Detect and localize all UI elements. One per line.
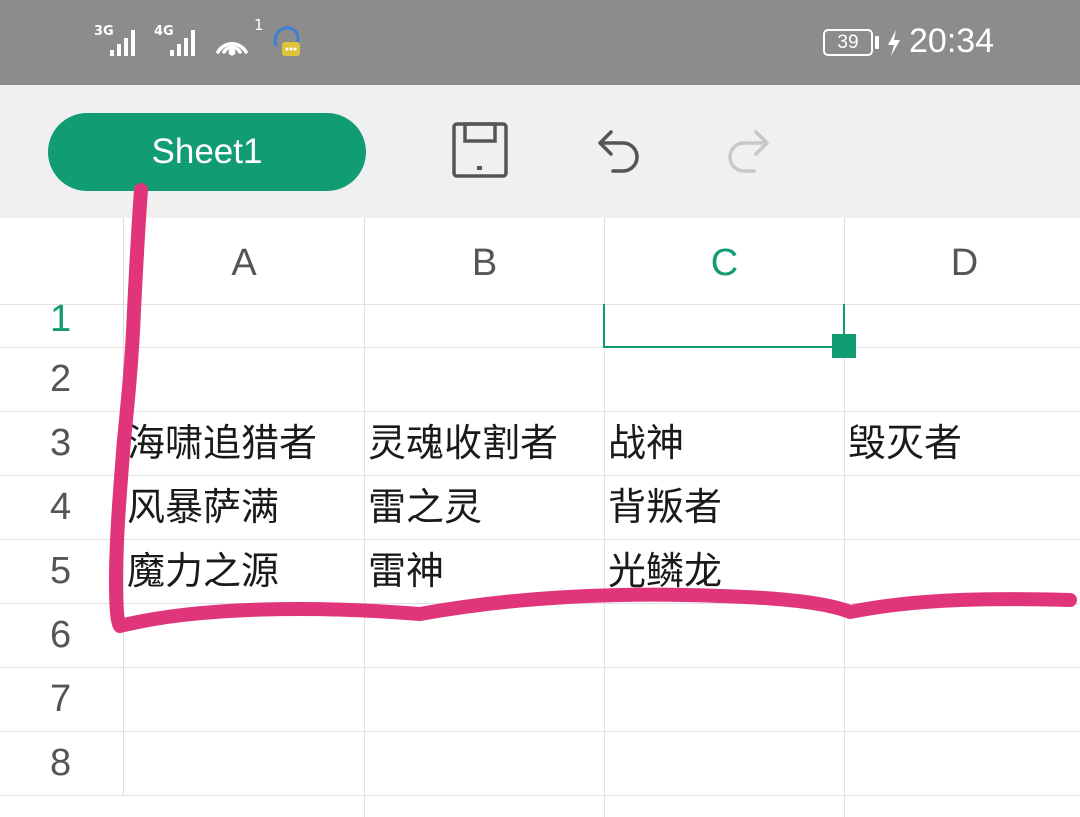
row-header-5[interactable]: 5 <box>0 539 124 603</box>
row-header-4[interactable]: 4 <box>0 475 124 539</box>
cell-a4[interactable]: 风暴萨满 <box>124 475 364 539</box>
selected-cell-c1[interactable] <box>603 304 845 348</box>
cell-c3[interactable]: 战神 <box>605 411 844 475</box>
sheet-tab[interactable]: Sheet1 <box>48 113 366 191</box>
battery-tip <box>875 36 879 49</box>
row-header-2[interactable]: 2 <box>0 347 124 411</box>
redo-button[interactable] <box>714 115 784 185</box>
row-header-7[interactable]: 7 <box>0 667 124 731</box>
save-icon <box>452 122 508 178</box>
cell-b3[interactable]: 灵魂收割者 <box>365 411 604 475</box>
selection-fill-handle[interactable] <box>832 334 856 358</box>
toolbar: Sheet1 <box>0 85 1080 218</box>
row-header-3[interactable]: 3 <box>0 411 124 475</box>
wifi-count: 1 <box>254 16 264 34</box>
spreadsheet-grid: A B C D 1 2 3 4 5 6 7 8 海啸追猎者 灵魂收割者 战神 毁… <box>0 218 1080 817</box>
column-header-b[interactable]: B <box>365 218 605 304</box>
cell-a5[interactable]: 魔力之源 <box>124 539 364 603</box>
cell-a3[interactable]: 海啸追猎者 <box>124 411 364 475</box>
undo-icon <box>598 130 639 173</box>
cell-b4[interactable]: 雷之灵 <box>365 475 604 539</box>
cell-d3[interactable]: 毁灭者 <box>845 411 1080 475</box>
redo-icon <box>728 130 769 173</box>
undo-button[interactable] <box>583 115 653 185</box>
column-header-c[interactable]: C <box>605 218 845 304</box>
row-header-6[interactable]: 6 <box>0 603 124 667</box>
column-header-d[interactable]: D <box>845 218 1080 304</box>
cell-b5[interactable]: 雷神 <box>365 539 604 603</box>
charging-bolt-icon <box>888 30 900 56</box>
status-clock: 20:34 <box>909 22 995 60</box>
status-bar: 3G 4G 1 39 20:34 <box>0 0 1080 85</box>
cell-c5[interactable]: 光鳞龙 <box>605 539 844 603</box>
wifi-hotspot-icon <box>216 42 248 56</box>
cell-c4[interactable]: 背叛者 <box>605 475 844 539</box>
column-header-a[interactable]: A <box>124 218 365 304</box>
row-header-1[interactable]: 1 <box>0 300 124 347</box>
save-button[interactable] <box>445 115 515 185</box>
battery-indicator: 39 <box>823 29 873 56</box>
assistant-notification-icon <box>273 26 300 56</box>
row-header-8[interactable]: 8 <box>0 731 124 795</box>
select-all-corner[interactable] <box>0 218 124 304</box>
